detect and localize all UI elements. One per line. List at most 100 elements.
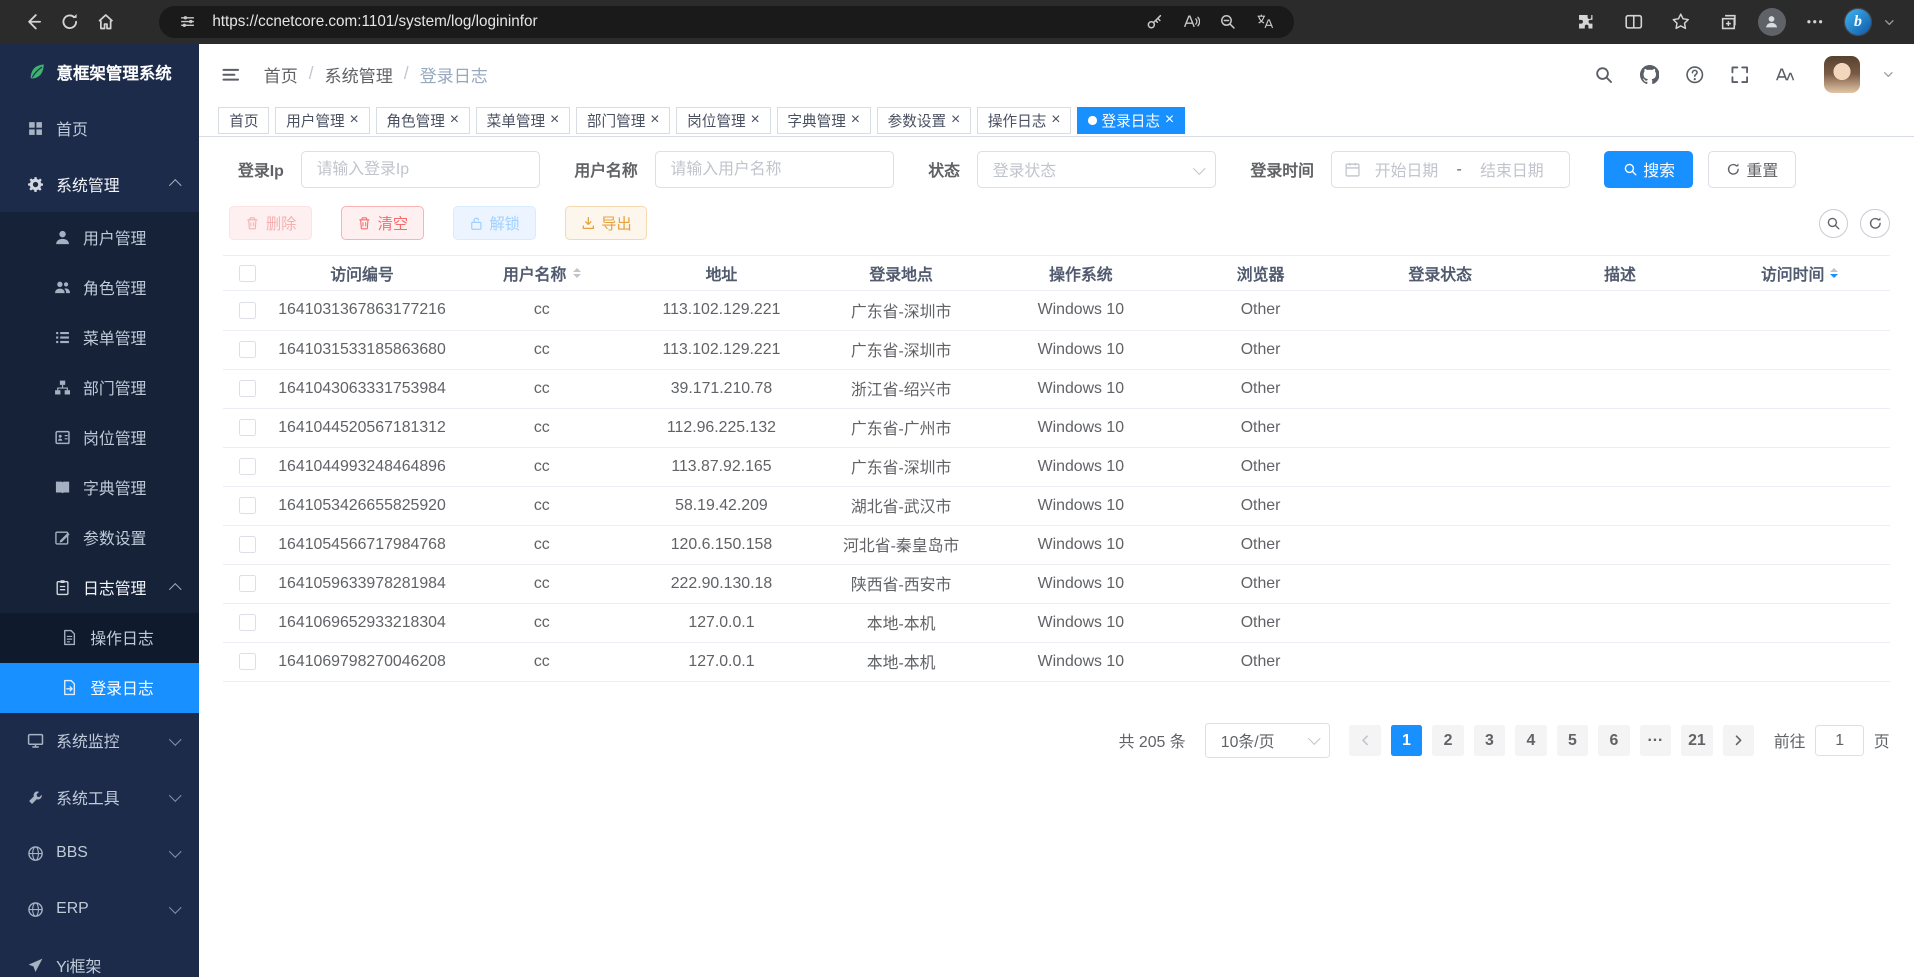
- sidebar-item-login-log[interactable]: 登录日志: [0, 663, 199, 713]
- page-number-button[interactable]: 4: [1515, 725, 1547, 757]
- split-screen-icon[interactable]: [1615, 5, 1652, 39]
- toggle-search-button[interactable]: [1819, 209, 1848, 238]
- breadcrumb-system[interactable]: 系统管理: [325, 62, 393, 87]
- tab[interactable]: 角色管理 ×: [376, 107, 470, 134]
- reset-button[interactable]: 重置: [1708, 151, 1797, 188]
- refresh-table-button[interactable]: [1860, 209, 1889, 238]
- tab-close-icon[interactable]: ×: [951, 112, 960, 128]
- delete-button[interactable]: 删除: [229, 206, 312, 240]
- page-number-button[interactable]: 1: [1391, 725, 1423, 757]
- table-row[interactable]: 1641053426655825920 cc 58.19.42.209 湖北省-…: [223, 486, 1889, 525]
- page-number-button[interactable]: ···: [1640, 725, 1672, 757]
- tab-close-icon[interactable]: ×: [851, 112, 860, 128]
- tab-close-icon[interactable]: ×: [750, 112, 759, 128]
- tab-close-icon[interactable]: ×: [550, 112, 559, 128]
- table-row[interactable]: 1641031533185863680 cc 113.102.129.221 广…: [223, 330, 1889, 369]
- sidebar-item-operation-log[interactable]: 操作日志: [0, 613, 199, 663]
- tab[interactable]: 首页: [218, 107, 269, 134]
- username-input[interactable]: [655, 151, 894, 188]
- hamburger-icon[interactable]: [217, 61, 244, 88]
- breadcrumb-home[interactable]: 首页: [264, 62, 298, 87]
- export-button[interactable]: 导出: [565, 206, 648, 240]
- read-aloud-icon[interactable]: [1177, 9, 1206, 36]
- sidebar-item-dict-management[interactable]: 字典管理: [0, 463, 199, 513]
- header-search-icon[interactable]: [1591, 61, 1618, 88]
- password-key-icon[interactable]: [1140, 9, 1169, 36]
- tab-close-icon[interactable]: ×: [450, 112, 459, 128]
- row-checkbox[interactable]: [239, 458, 256, 475]
- favorites-icon[interactable]: [1663, 5, 1700, 39]
- row-checkbox[interactable]: [239, 614, 256, 631]
- page-number-button[interactable]: 2: [1432, 725, 1464, 757]
- row-checkbox[interactable]: [239, 497, 256, 514]
- sort-carets-icon[interactable]: [573, 268, 581, 278]
- table-row[interactable]: 1641069652933218304 cc 127.0.0.1 本地-本机 W…: [223, 603, 1889, 642]
- tab-close-icon[interactable]: ×: [349, 112, 358, 128]
- sidebar-item-system-monitor[interactable]: 系统监控: [0, 713, 199, 769]
- unlock-button[interactable]: 解锁: [453, 206, 536, 240]
- select-all-checkbox[interactable]: [239, 265, 256, 282]
- row-checkbox[interactable]: [239, 575, 256, 592]
- app-logo[interactable]: 意框架管理系统: [0, 44, 199, 100]
- site-permissions-icon[interactable]: [173, 9, 202, 36]
- table-row[interactable]: 1641044993248464896 cc 113.87.92.165 广东省…: [223, 447, 1889, 486]
- row-checkbox[interactable]: [239, 302, 256, 319]
- table-row[interactable]: 1641069798270046208 cc 127.0.0.1 本地-本机 W…: [223, 642, 1889, 681]
- tab[interactable]: 参数设置 ×: [877, 107, 971, 134]
- page-number-button[interactable]: 5: [1557, 725, 1589, 757]
- tab[interactable]: 菜单管理 ×: [476, 107, 570, 134]
- next-page-button[interactable]: [1723, 725, 1755, 757]
- address-bar[interactable]: https://ccnetcore.com:1101/system/log/lo…: [159, 6, 1294, 38]
- prev-page-button[interactable]: [1349, 725, 1381, 757]
- sidebar-item-bbs[interactable]: BBS: [0, 825, 199, 881]
- row-checkbox[interactable]: [239, 536, 256, 553]
- tab[interactable]: 操作日志 ×: [977, 107, 1071, 134]
- page-size-select[interactable]: 10条/页: [1205, 723, 1330, 757]
- clear-button[interactable]: 清空: [341, 206, 424, 240]
- browser-reload-button[interactable]: [51, 5, 88, 39]
- goto-page-input[interactable]: [1815, 725, 1864, 757]
- tab-close-icon[interactable]: ×: [650, 112, 659, 128]
- user-avatar[interactable]: [1824, 56, 1861, 93]
- page-number-button[interactable]: 6: [1598, 725, 1630, 757]
- sidebar-item-system-tools[interactable]: 系统工具: [0, 769, 199, 825]
- sort-carets-icon[interactable]: [1830, 268, 1838, 278]
- browser-settings-icon[interactable]: [1797, 5, 1834, 39]
- github-icon[interactable]: [1636, 61, 1663, 88]
- sidebar-item-log-management[interactable]: 日志管理: [0, 563, 199, 613]
- tab[interactable]: 用户管理 ×: [275, 107, 369, 134]
- page-number-button[interactable]: 3: [1474, 725, 1506, 757]
- col-username[interactable]: 用户名称: [452, 256, 632, 291]
- copilot-bing-icon[interactable]: b: [1845, 9, 1872, 36]
- row-checkbox[interactable]: [239, 380, 256, 397]
- zoom-out-icon[interactable]: [1213, 9, 1242, 36]
- help-icon[interactable]: [1681, 61, 1708, 88]
- sidebar-item-yi-framework[interactable]: Yi框架: [0, 937, 199, 976]
- tab[interactable]: 岗位管理 ×: [676, 107, 770, 134]
- translate-icon[interactable]: [1250, 9, 1279, 36]
- row-checkbox[interactable]: [239, 419, 256, 436]
- sidebar-item-home[interactable]: 首页: [0, 100, 199, 156]
- tab-close-icon[interactable]: ×: [1165, 112, 1174, 128]
- extensions-icon[interactable]: [1567, 5, 1604, 39]
- sidebar-item-menu-management[interactable]: 菜单管理: [0, 312, 199, 362]
- browser-profile-avatar[interactable]: [1758, 8, 1786, 36]
- login-time-range-picker[interactable]: 开始日期 - 结束日期: [1331, 151, 1570, 188]
- login-ip-input[interactable]: [301, 151, 540, 188]
- status-select[interactable]: 登录状态: [977, 151, 1216, 188]
- col-visit-time[interactable]: 访问时间: [1710, 256, 1890, 291]
- sidebar-item-post-management[interactable]: 岗位管理: [0, 413, 199, 463]
- sidebar-item-role-management[interactable]: 角色管理: [0, 262, 199, 312]
- table-row[interactable]: 1641043063331753984 cc 39.171.210.78 浙江省…: [223, 369, 1889, 408]
- row-checkbox[interactable]: [239, 341, 256, 358]
- page-number-button[interactable]: 21: [1681, 725, 1713, 757]
- search-button[interactable]: 搜索: [1604, 151, 1693, 188]
- sidebar-item-system-management[interactable]: 系统管理: [0, 156, 199, 212]
- sidebar-item-user-management[interactable]: 用户管理: [0, 212, 199, 262]
- browser-back-button[interactable]: [15, 5, 52, 39]
- collections-icon[interactable]: [1710, 5, 1747, 39]
- font-size-icon[interactable]: [1771, 61, 1798, 88]
- table-row[interactable]: 1641054566717984768 cc 120.6.150.158 河北省…: [223, 525, 1889, 564]
- avatar-caret-icon[interactable]: [1881, 67, 1896, 82]
- browser-home-button[interactable]: [88, 5, 125, 39]
